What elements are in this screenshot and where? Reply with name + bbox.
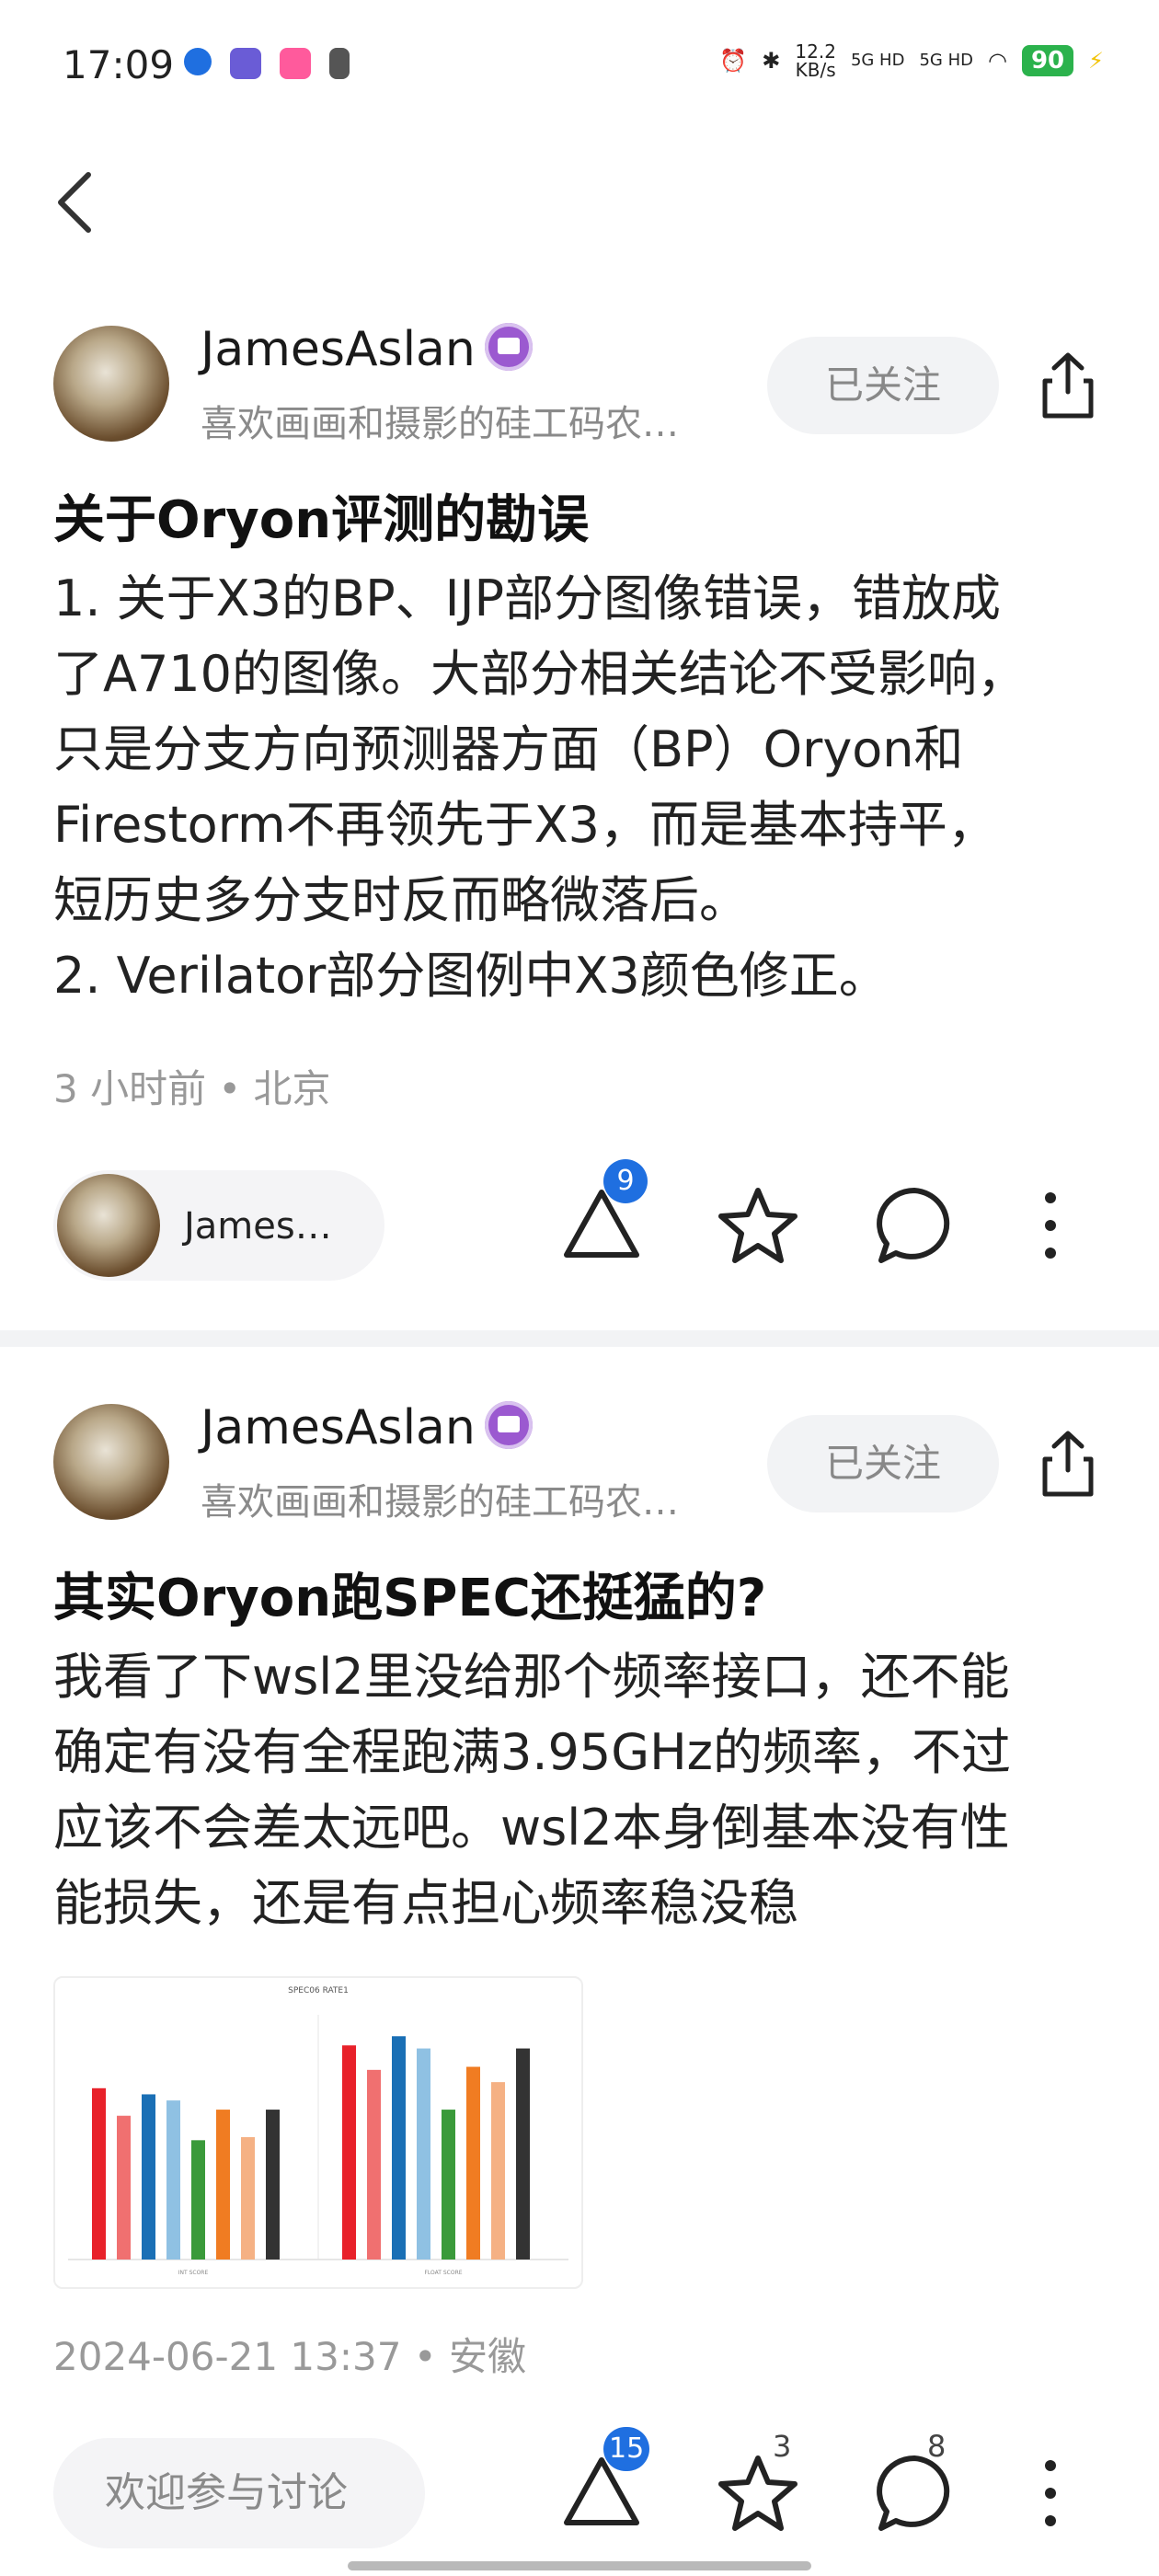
chart-bar	[117, 2115, 131, 2260]
share-icon[interactable]	[1036, 348, 1100, 421]
avatar[interactable]	[53, 1404, 169, 1520]
comment-icon[interactable]	[872, 1183, 957, 1268]
like-count-badge: 15	[603, 2427, 650, 2471]
follow-button[interactable]: 已关注	[767, 1415, 999, 1512]
home-indicator[interactable]	[348, 2561, 811, 2570]
author-name[interactable]: JamesAslan	[201, 322, 533, 377]
author-chip[interactable]: James…	[53, 1170, 384, 1281]
chart-bar	[266, 2110, 280, 2260]
chart-bar	[392, 2036, 406, 2260]
post-image-chart[interactable]: SPEC06 RATE1 INT SCORE FLOAT SCORE	[53, 1976, 583, 2289]
more-icon[interactable]	[1008, 2451, 1093, 2536]
comment-input[interactable]: 欢迎参与讨论	[53, 2438, 425, 2548]
chart-bars	[92, 2036, 530, 2260]
alarm-icon: ⏰	[719, 48, 748, 74]
chart-bar	[166, 2100, 180, 2260]
chart-bar	[241, 2137, 255, 2260]
status-bar: 17:09 ⏰ ✱ 12.2 KB/s 5G HD 5G HD ◠ 90 ⚡	[0, 0, 1159, 138]
more-icon[interactable]	[1008, 1183, 1093, 1268]
bluetooth-icon: ✱	[762, 48, 781, 74]
app-notification-icon	[280, 48, 311, 79]
chart-bar	[491, 2082, 505, 2260]
post-content: 我看了下wsl2里没给那个频率接口，还不能 确定有没有全程跑满3.95GHz的频…	[53, 1648, 1012, 1932]
signal-1: 5G HD	[850, 51, 905, 70]
author-bio: 喜欢画画和摄影的硅工码农…	[201, 403, 679, 445]
chart-bar	[92, 2087, 106, 2260]
charging-icon: ⚡	[1088, 48, 1104, 74]
post-meta: 3 小时前 • 北京	[53, 1066, 331, 1111]
chart-bar	[417, 2048, 430, 2260]
post-divider	[0, 1330, 1159, 1347]
post-meta: 2024-06-21 13:37 • 安徽	[53, 2334, 526, 2379]
app-notification-icon	[230, 48, 261, 79]
post-title: 关于Oryon评测的勘误	[53, 490, 590, 550]
back-icon[interactable]	[48, 166, 103, 239]
post-title: 其实Oryon跑SPEC还挺猛的?	[53, 1569, 767, 1628]
membership-badge-icon	[484, 1401, 533, 1449]
app-notification-icon	[184, 48, 212, 75]
signal-2: 5G HD	[919, 51, 973, 70]
chart-svg: SPEC06 RATE1 INT SCORE FLOAT SCORE	[68, 1986, 568, 2276]
status-time: 17:09	[63, 42, 175, 87]
author-name-text: JamesAslan	[201, 322, 476, 377]
chart-bar	[191, 2140, 205, 2260]
group-label-float: FLOAT SCORE	[424, 2270, 462, 2276]
chart-bar	[367, 2069, 381, 2260]
chart-bar	[342, 2045, 356, 2260]
chart-bar	[442, 2110, 455, 2260]
author-name[interactable]: JamesAslan	[201, 1400, 533, 1455]
battery-indicator: 90	[1021, 45, 1074, 76]
avatar[interactable]	[53, 326, 169, 442]
star-count: 3	[773, 2429, 792, 2464]
chart-title: SPEC06 RATE1	[288, 1986, 349, 1995]
like-count-badge: 9	[603, 1159, 648, 1203]
post-content: 1. 关于X3的BP、IJP部分图像错误，错放成 了A710的图像。大部分相关结…	[53, 569, 1027, 1005]
group-label-int: INT SCORE	[178, 2270, 209, 2276]
membership-badge-icon	[484, 323, 533, 371]
comment-count: 8	[927, 2429, 947, 2464]
app-notification-icon	[329, 48, 350, 79]
chart-bar	[516, 2048, 530, 2260]
chart-bar	[466, 2066, 480, 2260]
share-icon[interactable]	[1036, 1426, 1100, 1500]
chart-bar	[142, 2094, 155, 2260]
avatar	[57, 1174, 160, 1277]
author-bio: 喜欢画画和摄影的硅工码农…	[201, 1481, 679, 1524]
speed-unit: KB/s	[795, 59, 836, 81]
follow-button[interactable]: 已关注	[767, 337, 999, 434]
status-right: ⏰ ✱ 12.2 KB/s 5G HD 5G HD ◠ 90 ⚡	[719, 42, 1104, 79]
star-icon[interactable]	[716, 1183, 800, 1268]
network-speed: 12.2 KB/s	[795, 42, 836, 79]
author-name-text: JamesAslan	[201, 1400, 476, 1455]
notification-icons	[184, 48, 350, 79]
wifi-icon: ◠	[988, 48, 1007, 74]
author-chip-name: James…	[184, 1205, 332, 1248]
chart-bar	[216, 2110, 230, 2260]
